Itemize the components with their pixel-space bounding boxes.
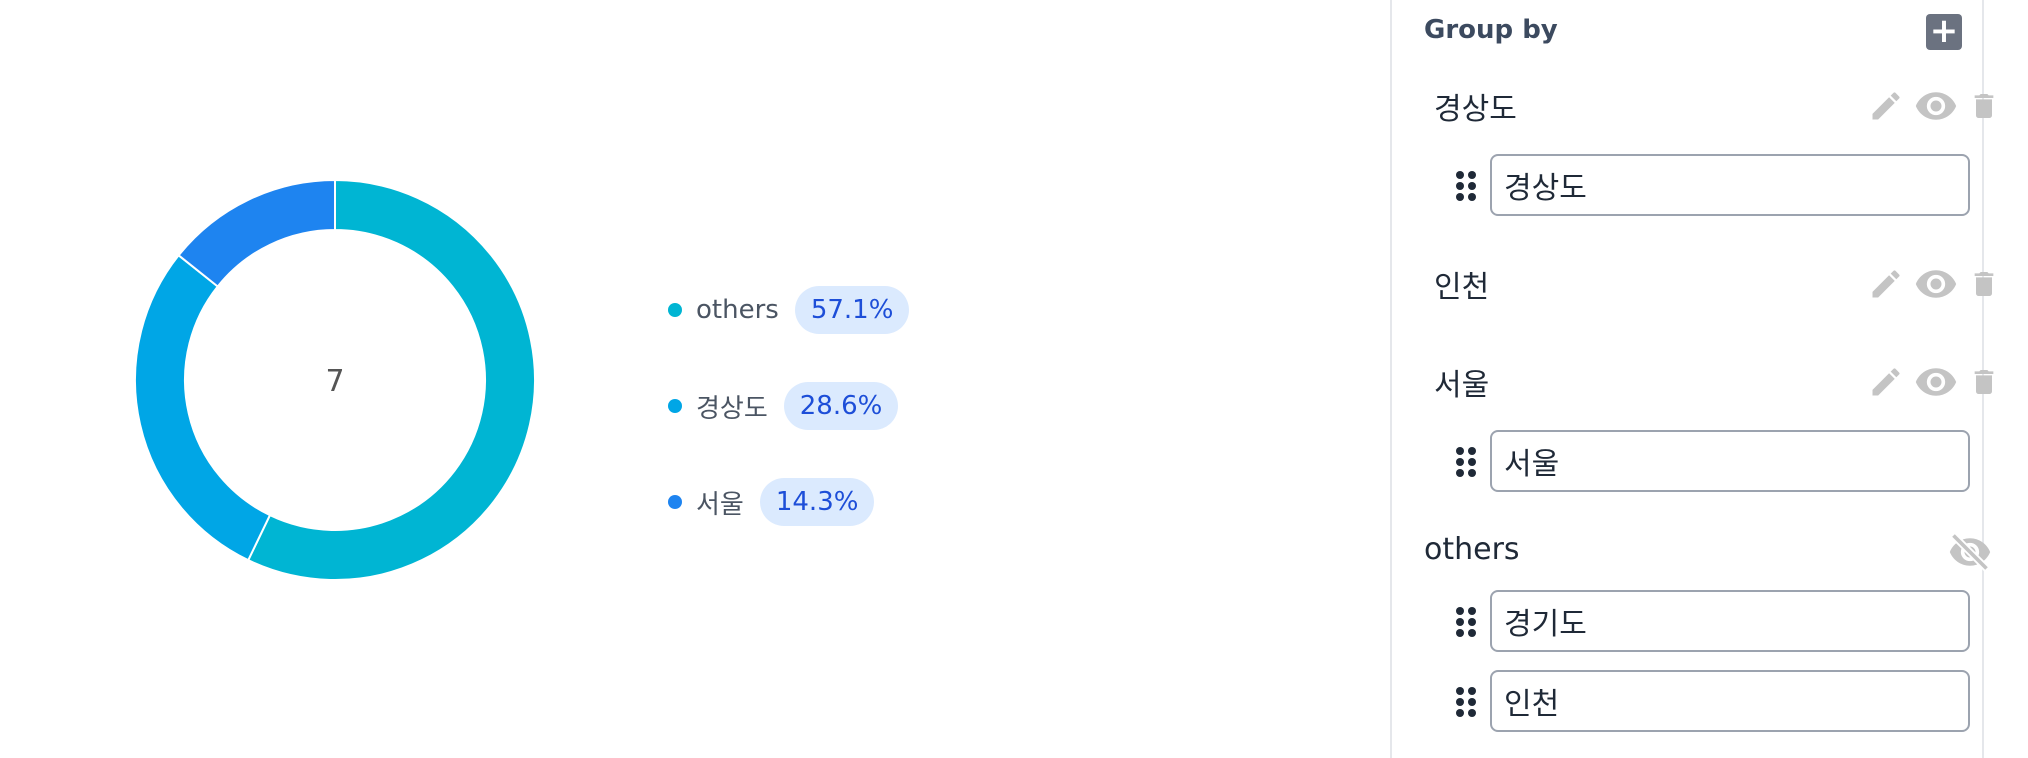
plus-icon: + bbox=[1929, 11, 1959, 51]
legend-percent-badge: 57.1% bbox=[794, 286, 910, 334]
group-value-row bbox=[1454, 430, 1970, 492]
edit-pencil-icon[interactable] bbox=[1868, 88, 1904, 124]
add-group-button[interactable]: + bbox=[1926, 14, 1962, 50]
legend-item-gyeongsangdo[interactable]: 경상도 28.6% bbox=[668, 376, 909, 436]
eye-icon[interactable] bbox=[1914, 262, 1958, 306]
group-value-input[interactable] bbox=[1490, 154, 1970, 216]
drag-handle-icon[interactable] bbox=[1454, 606, 1478, 638]
group-actions bbox=[1858, 360, 2000, 404]
group-value-row bbox=[1454, 670, 1970, 732]
drag-handle-icon[interactable] bbox=[1454, 686, 1478, 718]
legend-dot bbox=[668, 399, 682, 413]
legend-item-seoul[interactable]: 서울 14.3% bbox=[668, 472, 909, 532]
group-name: 인천 bbox=[1434, 270, 1490, 305]
group-actions bbox=[1938, 530, 1992, 574]
group-value-row bbox=[1454, 154, 1970, 216]
group-value-row bbox=[1454, 590, 1970, 652]
drag-handle-icon[interactable] bbox=[1454, 170, 1478, 202]
donut-slice-0[interactable] bbox=[246, 178, 536, 581]
group-actions bbox=[1858, 84, 2000, 128]
eye-off-icon[interactable] bbox=[1948, 530, 1992, 574]
edit-pencil-icon[interactable] bbox=[1868, 364, 1904, 400]
eye-icon[interactable] bbox=[1914, 360, 1958, 404]
trash-icon[interactable] bbox=[1968, 88, 2000, 124]
donut-slice-1[interactable] bbox=[134, 253, 272, 562]
legend-dot bbox=[668, 303, 682, 317]
group-name: 경상도 bbox=[1434, 92, 1517, 127]
legend-dot bbox=[668, 495, 682, 509]
legend-percent-badge: 14.3% bbox=[759, 478, 875, 526]
panel-title: Group by bbox=[1424, 15, 1558, 45]
group-name: 서울 bbox=[1434, 368, 1490, 403]
donut-slice-2[interactable] bbox=[177, 178, 336, 288]
legend-item-others[interactable]: others 57.1% bbox=[668, 280, 910, 340]
drag-handle-icon[interactable] bbox=[1454, 446, 1478, 478]
donut-center-label: 7 bbox=[325, 364, 344, 399]
group-value-input[interactable] bbox=[1490, 590, 1970, 652]
group-actions bbox=[1858, 262, 2000, 306]
trash-icon[interactable] bbox=[1968, 364, 2000, 400]
legend-label: 서울 bbox=[696, 489, 744, 520]
trash-icon[interactable] bbox=[1968, 266, 2000, 302]
donut-chart: 7 bbox=[134, 178, 536, 581]
legend-label: others bbox=[696, 295, 779, 325]
group-value-input[interactable] bbox=[1490, 430, 1970, 492]
group-value-input[interactable] bbox=[1490, 670, 1970, 732]
chart-area: 7 others 57.1% 경상도 28.6% 서울 14.3% bbox=[0, 0, 1390, 758]
legend: others 57.1% 경상도 28.6% 서울 14.3% bbox=[668, 280, 910, 568]
group-by-panel: Group by + 경상도 인천 서울 others bbox=[1390, 0, 1994, 758]
group-name: others bbox=[1424, 532, 1520, 567]
legend-percent-badge: 28.6% bbox=[783, 382, 899, 430]
edit-pencil-icon[interactable] bbox=[1868, 266, 1904, 302]
legend-label: 경상도 bbox=[696, 393, 768, 424]
eye-icon[interactable] bbox=[1914, 84, 1958, 128]
